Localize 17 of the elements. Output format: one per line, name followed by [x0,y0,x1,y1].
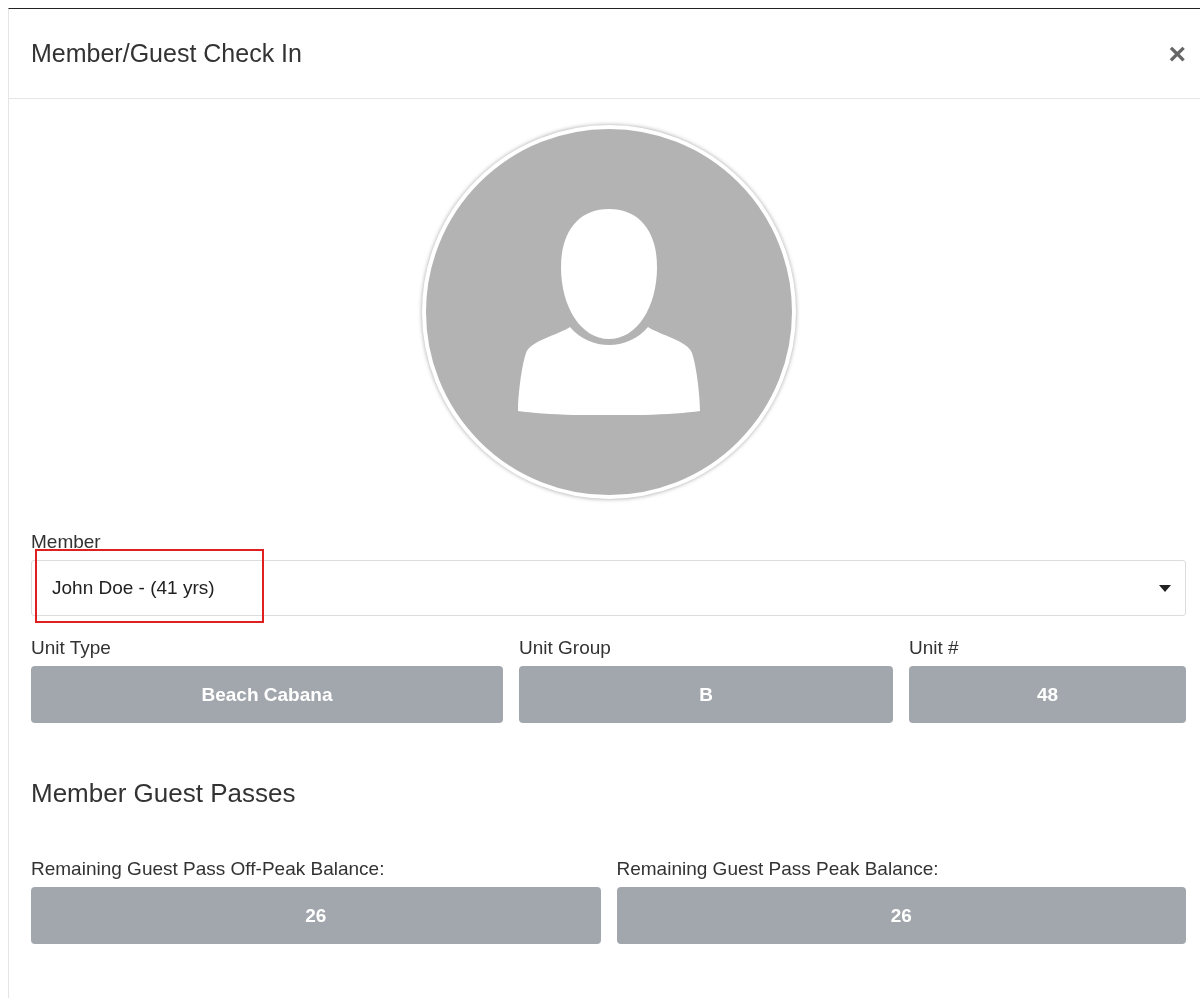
field-label: Unit # [909,636,960,660]
close-button[interactable]: × [1168,38,1186,69]
section-heading: Member Guest Passes [31,778,297,809]
field-value: Beach Cabana [31,666,503,723]
field-value: 48 [909,666,1186,723]
dialog-title: Member/Guest Check In [31,39,302,68]
member-label: Member [31,530,102,554]
field-value: 26 [31,887,601,944]
field-label: Unit Type [31,636,112,660]
field-label: Unit Group [519,636,612,660]
member-select[interactable]: John Doe - (41 yrs) [31,560,1186,616]
field-label: Remaining Guest Pass Peak Balance: [616,857,940,881]
field-value: 26 [616,887,1186,944]
field-value: B [519,666,893,723]
field-label: Remaining Guest Pass Off-Peak Balance: [31,857,386,881]
person-icon [517,209,700,415]
caret-icon [1159,584,1171,592]
